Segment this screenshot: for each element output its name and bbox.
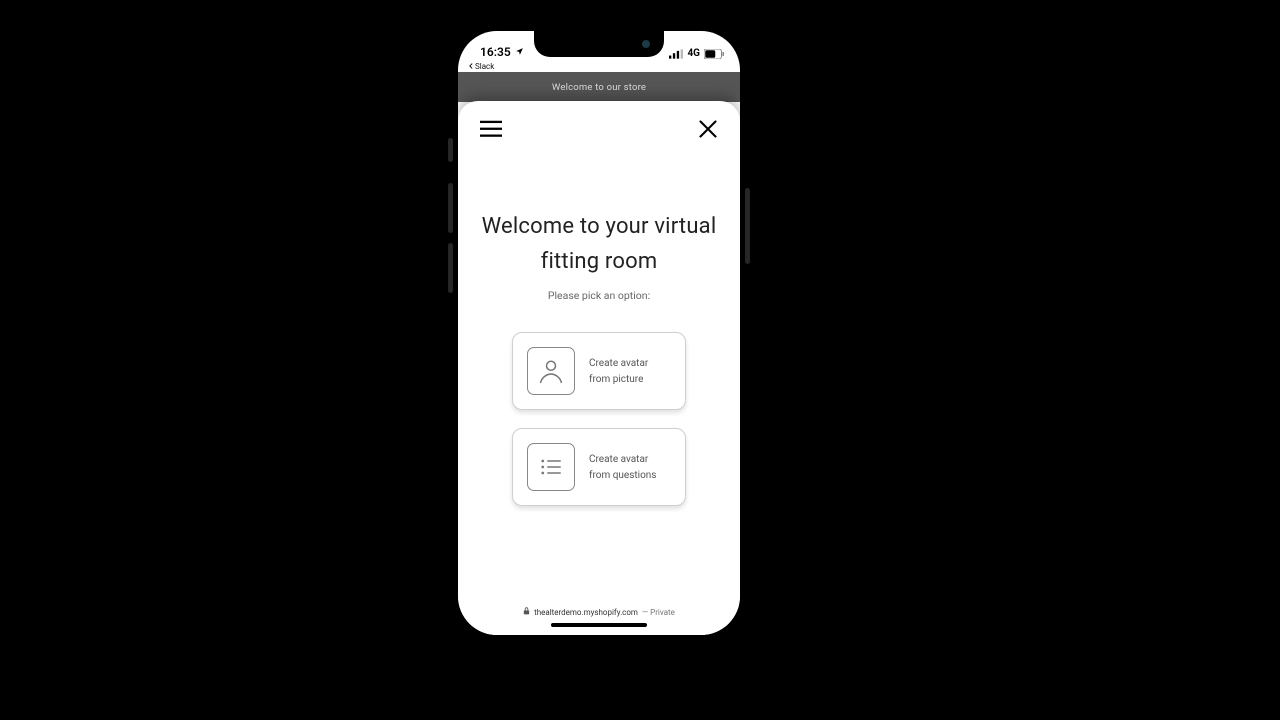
title-block: Welcome to your virtual fitting room Ple… xyxy=(458,209,740,302)
option-line-1: Create avatar xyxy=(589,358,648,369)
url-row[interactable]: thealterdemo.myshopify.com — Private xyxy=(523,607,675,617)
phone-frame: 16:35 4G xyxy=(455,28,743,638)
battery-icon xyxy=(704,49,724,59)
option-icon-box xyxy=(527,443,575,491)
return-to-app[interactable]: Slack xyxy=(458,61,740,72)
close-button[interactable] xyxy=(698,119,718,139)
location-icon xyxy=(515,45,524,59)
store-banner: Welcome to our store xyxy=(458,72,740,102)
options-list: Create avatar from picture xyxy=(458,332,740,506)
menu-button[interactable] xyxy=(480,120,502,138)
option-create-from-questions[interactable]: Create avatar from questions xyxy=(512,428,686,506)
person-icon xyxy=(536,356,566,386)
side-button-silence xyxy=(448,138,453,162)
back-caret-icon xyxy=(468,62,474,71)
hamburger-icon xyxy=(480,120,502,138)
store-banner-text: Welcome to our store xyxy=(552,82,646,93)
return-to-app-label: Slack xyxy=(475,62,494,71)
signal-icon xyxy=(669,49,683,59)
option-labels: Create avatar from picture xyxy=(589,358,648,385)
side-button-volume-up xyxy=(448,183,453,233)
home-indicator[interactable] xyxy=(551,623,647,627)
sheet-title: Welcome to your virtual fitting room xyxy=(476,209,722,279)
option-line-2: from picture xyxy=(589,374,648,385)
sheet-header xyxy=(458,101,740,139)
browser-bottom-bar: thealterdemo.myshopify.com — Private xyxy=(458,605,740,635)
status-network-label: 4G xyxy=(687,48,700,59)
option-icon-box xyxy=(527,347,575,395)
url-private-label: — Private xyxy=(642,608,675,617)
sheet-subtitle: Please pick an option: xyxy=(476,289,722,302)
side-button-volume-down xyxy=(448,243,453,293)
status-left: 16:35 xyxy=(480,45,524,61)
option-labels: Create avatar from questions xyxy=(589,454,656,481)
status-right: 4G xyxy=(669,48,724,61)
option-create-from-picture[interactable]: Create avatar from picture xyxy=(512,332,686,410)
url-domain: thealterdemo.myshopify.com xyxy=(534,608,638,617)
stage: 16:35 4G xyxy=(0,0,1280,720)
close-icon xyxy=(698,119,718,139)
option-line-2: from questions xyxy=(589,470,656,481)
notch xyxy=(534,31,664,57)
phone-screen: 16:35 4G xyxy=(458,31,740,635)
lock-icon xyxy=(523,607,530,617)
side-button-power xyxy=(745,188,750,264)
status-time: 16:35 xyxy=(480,45,511,59)
option-line-1: Create avatar xyxy=(589,454,656,465)
list-icon xyxy=(536,452,566,482)
modal-sheet: Welcome to your virtual fitting room Ple… xyxy=(458,101,740,635)
front-camera-dot xyxy=(642,40,650,48)
